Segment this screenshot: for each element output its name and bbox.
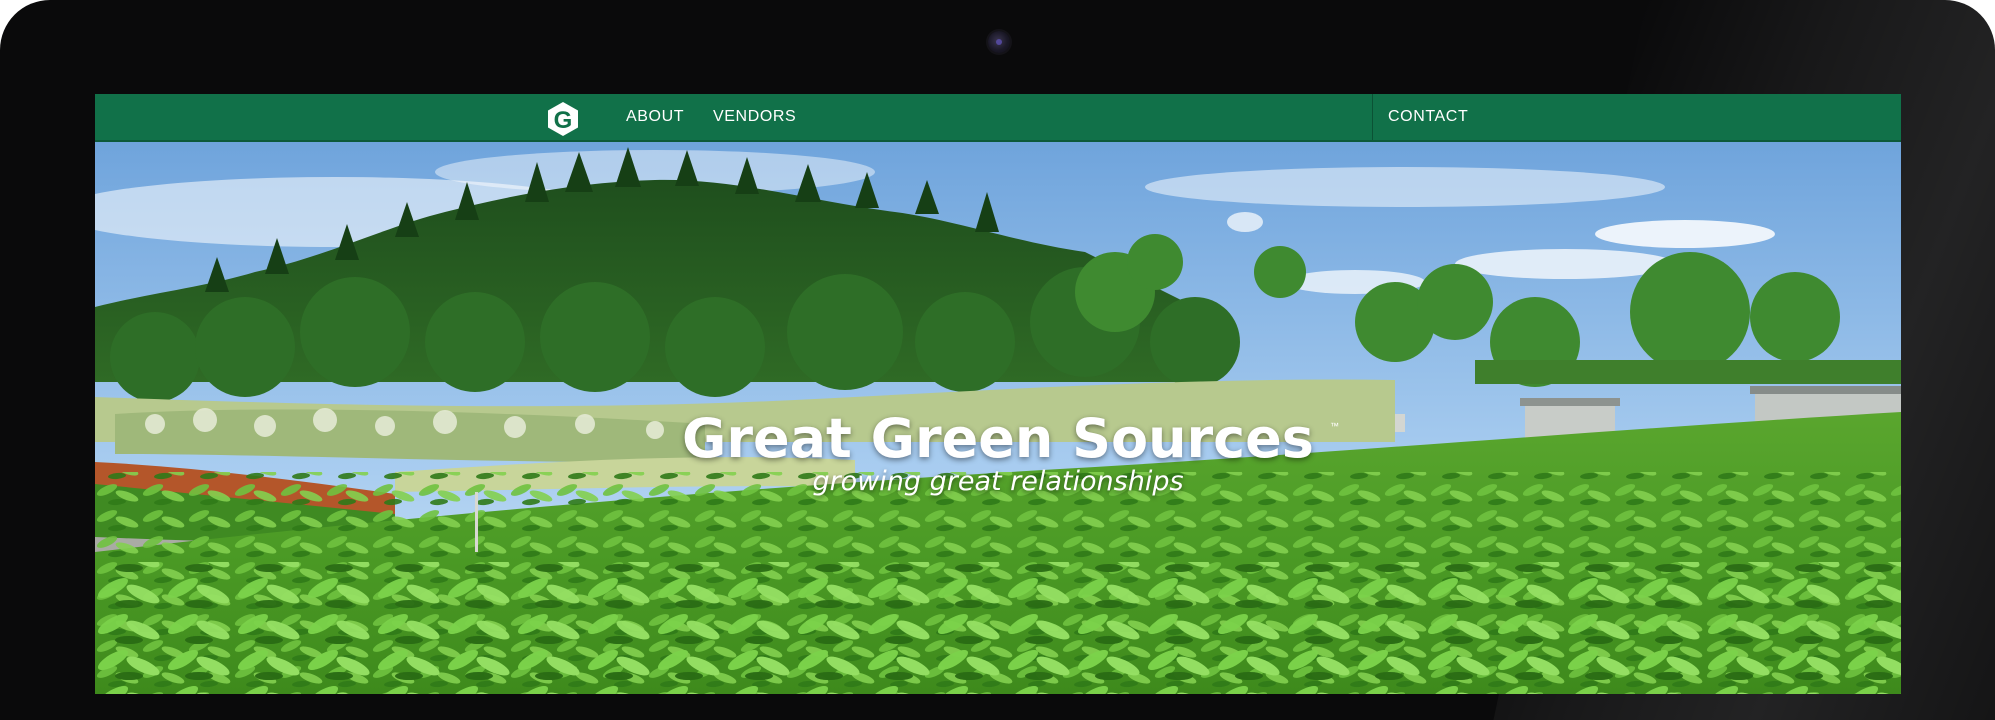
hero-banner: Great Green Sources ™ growing great rela… — [95, 142, 1901, 694]
camera-icon — [988, 31, 1010, 53]
logo-letter: G — [554, 107, 573, 134]
nav-about-link[interactable]: ABOUT — [626, 107, 684, 127]
hero-title: Great Green Sources — [682, 407, 1314, 470]
device-frame: G ABOUT VENDORS CONTACT Great Green Sour… — [0, 0, 1995, 720]
nav-contact-link[interactable]: CONTACT — [1388, 107, 1468, 127]
website-screen: G ABOUT VENDORS CONTACT Great Green Sour… — [95, 94, 1901, 694]
logo-icon[interactable]: G — [545, 101, 581, 137]
nav-divider — [1372, 94, 1373, 140]
camera-lens — [996, 39, 1002, 45]
top-navbar: G ABOUT VENDORS CONTACT — [95, 94, 1901, 142]
hero-subtitle: growing great relationships — [812, 466, 1184, 497]
nav-vendors-link[interactable]: VENDORS — [713, 107, 796, 127]
trademark-mark: ™ — [1330, 421, 1339, 431]
